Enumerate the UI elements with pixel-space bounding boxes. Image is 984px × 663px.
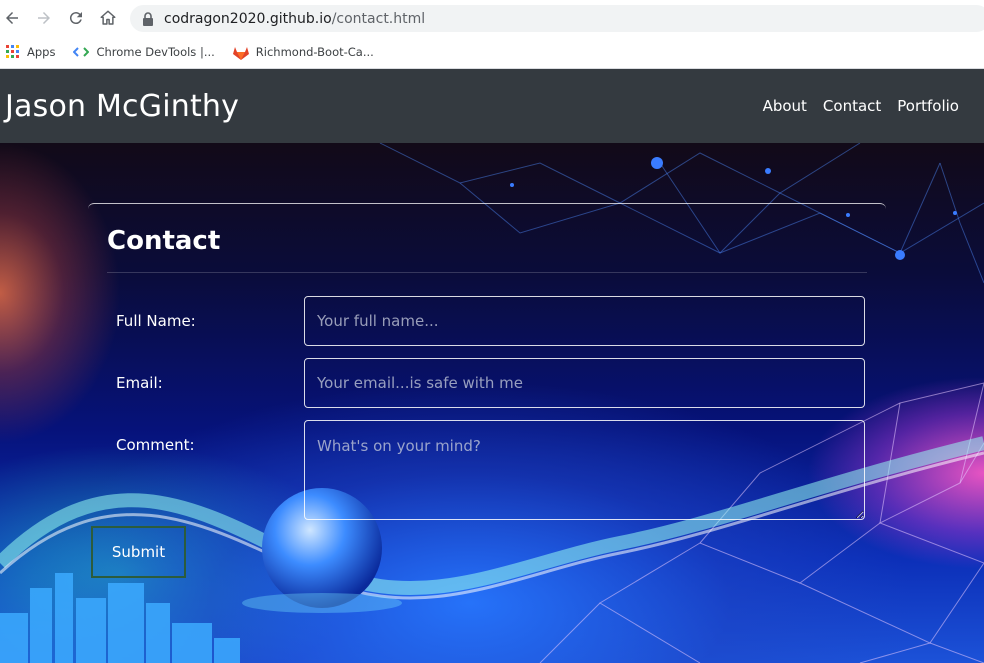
forward-button[interactable] — [32, 6, 56, 30]
url-path: /contact.html — [331, 10, 426, 27]
devtools-icon — [73, 46, 90, 58]
title-divider — [107, 272, 867, 273]
browser-toolbar: codragon2020.github.io/contact.html — [0, 0, 984, 36]
back-button[interactable] — [0, 6, 24, 30]
reload-icon — [69, 12, 82, 25]
bookmark-apps[interactable]: Apps — [6, 45, 55, 59]
comment-label: Comment: — [116, 436, 195, 454]
back-arrow-icon — [6, 12, 18, 24]
apps-grid-icon — [6, 45, 20, 59]
contact-title: Contact — [107, 226, 221, 256]
bookmark-label: Richmond-Boot-Ca... — [255, 45, 374, 59]
reload-button[interactable] — [64, 6, 88, 30]
forward-arrow-icon — [38, 12, 50, 24]
address-bar[interactable]: codragon2020.github.io/contact.html — [130, 5, 984, 32]
bookmark-chrome-devtools[interactable]: Chrome DevTools |... — [73, 45, 215, 59]
home-button[interactable] — [96, 6, 120, 30]
nav-links: About Contact Portfolio — [763, 97, 959, 115]
gitlab-icon — [232, 45, 249, 60]
comment-textarea[interactable] — [304, 420, 865, 520]
site-brand[interactable]: Jason McGinthy — [5, 89, 239, 124]
submit-button[interactable]: Submit — [91, 526, 186, 578]
nav-link-about[interactable]: About — [763, 97, 807, 115]
url-text: codragon2020.github.io/contact.html — [164, 11, 425, 27]
full-name-label: Full Name: — [116, 312, 196, 330]
home-icon — [100, 10, 116, 25]
site-navbar: Jason McGinthy About Contact Portfolio — [0, 69, 984, 143]
url-host: codragon2020.github.io — [164, 10, 332, 27]
nav-link-contact[interactable]: Contact — [823, 97, 881, 115]
bookmark-label: Chrome DevTools |... — [96, 45, 215, 59]
full-name-input[interactable] — [304, 296, 865, 346]
lock-icon — [143, 11, 153, 26]
bookmark-richmond-boot-camp[interactable]: Richmond-Boot-Ca... — [232, 45, 374, 60]
bookmarks-bar: Apps Chrome DevTools |... Richmond-Boot-… — [0, 36, 984, 69]
bookmark-label: Apps — [27, 45, 56, 59]
nav-link-portfolio[interactable]: Portfolio — [897, 97, 959, 115]
email-input[interactable] — [304, 358, 865, 408]
email-label: Email: — [116, 374, 163, 392]
